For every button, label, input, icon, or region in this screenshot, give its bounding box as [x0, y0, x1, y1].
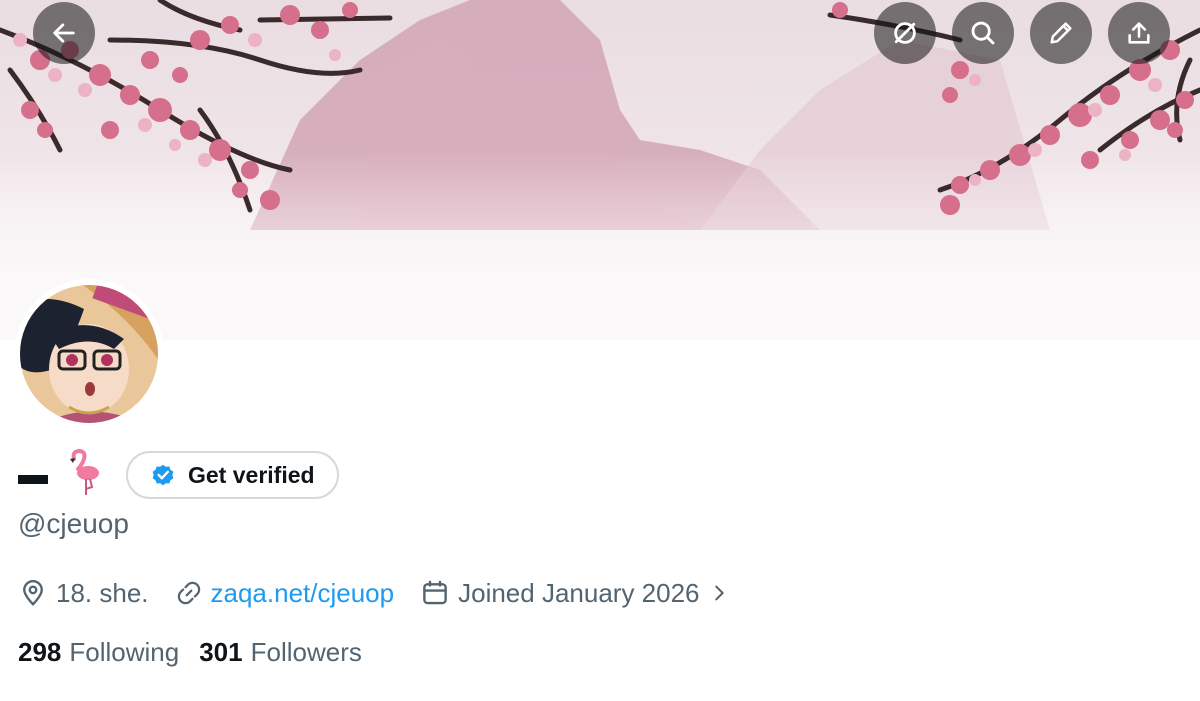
verified-badge-icon — [152, 464, 174, 486]
followers-label: Followers — [250, 636, 362, 667]
arrow-left-icon — [53, 23, 75, 43]
joined-text: Joined January 2026 — [458, 577, 700, 608]
location-item: 18. she. — [18, 578, 149, 609]
search-icon — [971, 21, 995, 45]
following-count: 298 — [18, 636, 62, 667]
flamingo-icon — [66, 448, 102, 502]
edit-button[interactable] — [1030, 2, 1092, 64]
joined-item[interactable]: Joined January 2026 — [420, 578, 737, 609]
share-button[interactable] — [1108, 2, 1170, 64]
get-verified-label: Get verified — [188, 461, 315, 488]
chevron-right-icon — [714, 585, 724, 601]
profile-banner[interactable] — [0, 0, 1200, 340]
pencil-icon — [1050, 22, 1072, 44]
display-name: ▬ — [18, 458, 48, 491]
followers-link[interactable]: 301 Followers — [199, 637, 362, 668]
back-button[interactable] — [33, 2, 95, 64]
followers-count: 301 — [199, 636, 243, 667]
website-item[interactable]: zaqa.net/cjeuop — [175, 578, 395, 609]
circle-slash-icon — [894, 22, 916, 44]
avatar[interactable] — [14, 279, 164, 429]
calendar-icon — [423, 580, 447, 605]
profile-handle: @cjeuop — [18, 508, 129, 539]
profile-meta: 18. she. zaqa.net/cjeuop Joined January … — [18, 572, 764, 614]
grok-button[interactable] — [874, 2, 936, 64]
search-button[interactable] — [952, 2, 1014, 64]
website-link[interactable]: zaqa.net/cjeuop — [211, 578, 395, 609]
get-verified-button[interactable]: Get verified — [126, 451, 339, 499]
profile-name-row: ▬ Get verified — [18, 448, 339, 502]
location-pin-icon — [23, 579, 43, 606]
following-label: Following — [69, 636, 180, 667]
share-upload-icon — [1128, 22, 1150, 44]
avatar-image — [20, 285, 158, 423]
location-text: 18. she. — [56, 577, 149, 608]
banner-artwork — [0, 0, 1200, 340]
follow-stats: 298 Following 301 Followers — [18, 632, 382, 672]
following-link[interactable]: 298 Following — [18, 637, 179, 668]
link-icon — [177, 581, 200, 605]
